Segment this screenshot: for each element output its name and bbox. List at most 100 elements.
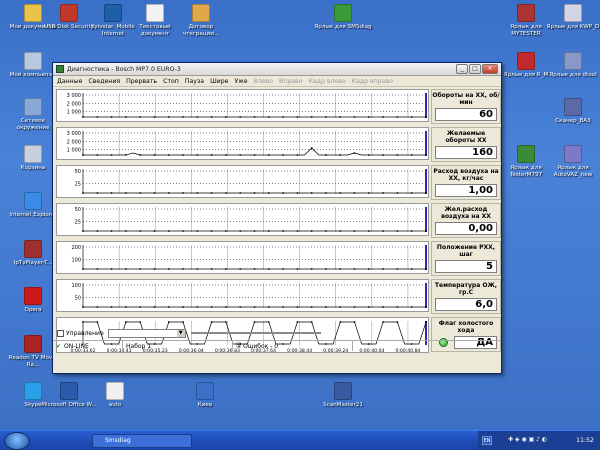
tick-label: 100 [71,258,81,264]
status-errors-text: Ошибок - 0 [243,342,279,350]
data-point [425,192,427,194]
tick-label: 50 [75,207,81,213]
data-point [382,230,384,232]
desktop-icon[interactable]: Сканер_ВАЗ [544,98,600,125]
shortcut-icon [564,98,582,116]
shortcut-icon [192,4,210,22]
shortcut-icon [334,382,352,400]
menu-item[interactable]: Вправо [279,78,302,85]
data-point [139,230,142,232]
data-point [82,306,84,308]
data-point [239,306,242,308]
data-point [382,321,384,323]
desktop-icon[interactable]: auto [86,382,144,409]
chart-idle-valve: 200 100 [56,241,429,274]
value-panel: Температура ОЖ, гр.С 6,0 [431,279,501,314]
data-point [96,154,99,156]
desktop-icon[interactable]: Ярлык для dtool [544,52,600,79]
manage-checkbox[interactable] [57,329,64,337]
data-point [367,192,370,194]
menu-item[interactable]: Данные [57,78,82,85]
data-point [339,306,342,308]
data-point [425,116,427,118]
minimize-button[interactable]: _ [456,64,468,74]
chart-desired-air-flow: 50 25 [56,203,429,236]
manage-combo[interactable]: ▼ [107,328,186,338]
shortcut-icon [24,145,42,163]
data-point [182,154,184,156]
data-point [82,230,84,232]
tick-label: 3 000 [67,131,81,137]
data-point [310,268,313,270]
chevron-down-icon[interactable]: ▼ [176,329,185,337]
data-point [382,306,384,308]
data-point [210,230,213,232]
data-point [96,268,99,270]
control-slider[interactable] [190,329,321,338]
panel-value: 160 [435,146,497,159]
data-point [167,154,170,156]
menu-item[interactable]: Сведения [88,78,120,85]
data-point [253,116,256,118]
desktop-icon[interactable]: Договор чтеграции... [172,4,230,38]
data-point [239,192,242,194]
window-titlebar[interactable]: Диагностика - Bosch MP7.0 EURO-3 _ □ ✕ [53,63,501,76]
data-point [110,116,113,118]
menu-item[interactable]: Пауза [185,78,204,85]
data-point [296,306,299,308]
desktop-icon[interactable]: Ярлык для KWP_D [544,4,600,31]
data-point [182,321,184,323]
desktop-icon[interactable]: Ярлык для AutoVAZ_new [544,145,600,179]
chart-svg: 50 25 [75,207,427,232]
desktop-icon-label: Договор чтеграции... [182,24,220,37]
value-panel: Обороты на ХХ, об/мин 60 [431,89,501,124]
data-point [182,192,184,194]
menu-item[interactable]: Уже [234,78,247,85]
data-point [82,154,84,156]
desktop-icon-label: Ярлык для SMSdiag [314,24,372,30]
menu-item[interactable]: Влево [254,78,273,85]
menu-item[interactable]: Кадр влево [309,78,346,85]
status-bar: ✔ ON-LINE Набор 1 🖫 Ошибок - 0 [53,340,501,351]
data-point [210,268,213,270]
shortcut-icon [24,287,42,305]
shortcut-icon [517,145,535,163]
shortcut-icon [60,382,78,400]
desktop-icon[interactable]: Киев [176,382,234,409]
data-point [167,306,170,308]
close-button[interactable]: ✕ [482,64,498,74]
data-point [225,306,227,308]
data-point [110,268,113,270]
menu-item[interactable]: Прервать [126,78,157,85]
data-point [182,268,184,270]
value-panel: Положение РХХ, шаг 5 [431,241,501,276]
menu-item[interactable]: Шире [210,78,228,85]
data-point [310,306,313,308]
data-point [210,306,213,308]
desktop-icon[interactable]: Ярлык для SMSdiag [314,4,372,31]
start-button[interactable] [4,432,30,450]
data-point [267,306,270,308]
data-point [353,321,356,323]
shortcut-icon [24,240,42,258]
menu-item[interactable]: Кадр вправо [352,78,393,85]
manage-label: Управление [66,329,104,337]
maximize-button[interactable]: □ [469,64,481,74]
data-point [367,116,370,118]
desktop-icon[interactable]: ScanMaster21 [314,382,372,409]
data-point [82,321,84,323]
data-point [367,154,370,156]
data-point [82,268,84,270]
panel-label: Положение РХХ, шаг [436,244,496,258]
shortcut-icon [146,4,164,22]
data-point [153,192,156,194]
language-indicator[interactable]: EN [482,436,492,445]
tick-label: 1 000 [67,148,81,154]
menu-item[interactable]: Стоп [163,78,179,85]
data-point [267,268,270,270]
panel-value: 0,00 [435,222,497,235]
data-point [353,306,356,308]
data-point [282,306,284,308]
task-smsdiag[interactable]: Smsdiag [92,434,192,448]
shortcut-icon [24,192,42,210]
